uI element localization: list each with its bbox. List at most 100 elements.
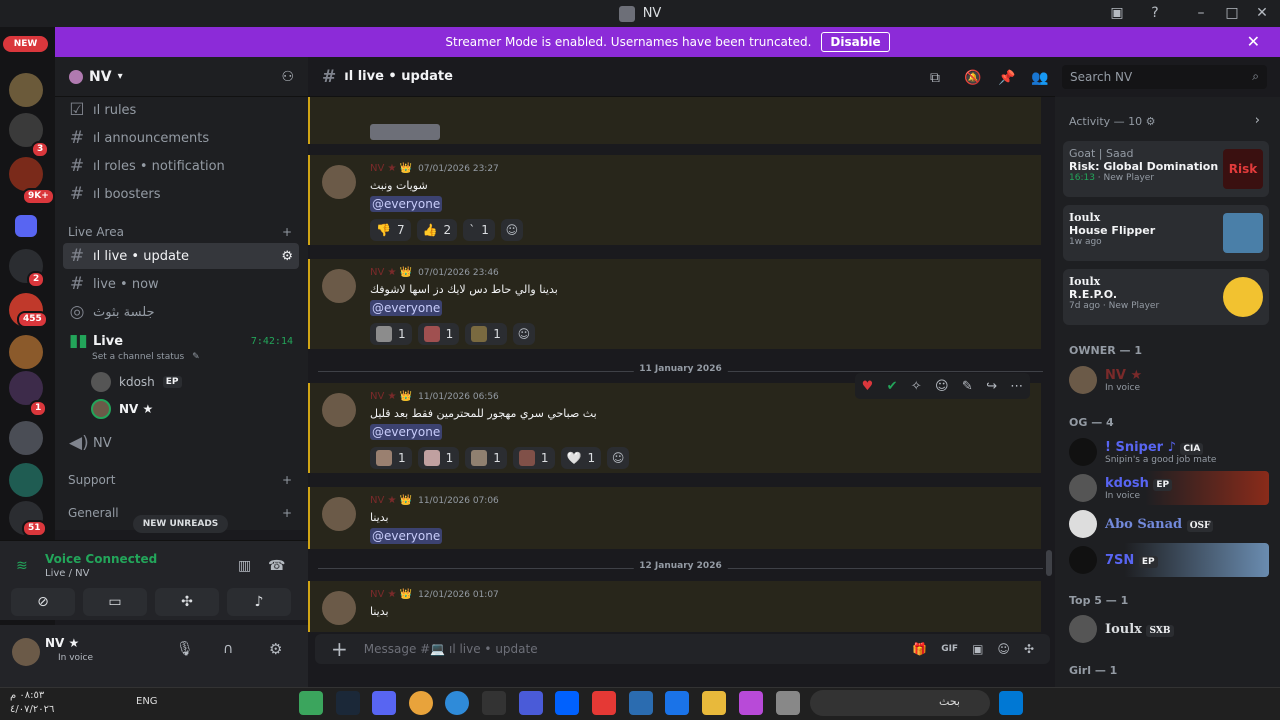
microphone-icon[interactable]: 🎙 bbox=[176, 641, 194, 657]
emoji-icon[interactable]: ☺ bbox=[997, 642, 1010, 656]
channel-rules[interactable]: ☑ ıl rules bbox=[63, 97, 299, 123]
chevron-right-icon[interactable]: › bbox=[1255, 113, 1260, 128]
member-top5[interactable]: Ioulx SXB bbox=[1063, 612, 1269, 646]
message-author[interactable]: NV ★ 👑 07/01/2026 23:27 bbox=[370, 163, 499, 174]
activity-card[interactable]: Ioulx House Flipper 1w ago bbox=[1063, 205, 1269, 261]
add-reaction-icon[interactable]: ☺ bbox=[512, 323, 535, 345]
plus-icon[interactable]: + bbox=[282, 506, 292, 520]
epic-games-icon[interactable] bbox=[482, 691, 506, 715]
reaction[interactable]: 1 bbox=[417, 323, 460, 345]
reaction[interactable]: 👍 2 bbox=[416, 219, 458, 241]
settings-icon[interactable]: ⚙ bbox=[281, 249, 293, 264]
message-author[interactable]: NV ★ 👑 07/01/2026 23:46 bbox=[370, 267, 499, 278]
clock-date[interactable]: ٤/٠٧/٢٠٢٦ bbox=[10, 704, 54, 715]
gif-icon[interactable]: GIF bbox=[941, 644, 958, 654]
folder-icon[interactable] bbox=[15, 215, 37, 237]
clock-time[interactable]: ٠٨:٥٣ م bbox=[10, 690, 44, 701]
member-og[interactable]: kdosh EP In voice bbox=[1063, 471, 1269, 505]
channel-announcements[interactable]: # ıl announcements bbox=[63, 125, 299, 151]
spoiler-block[interactable] bbox=[370, 124, 440, 140]
server-icon[interactable] bbox=[9, 421, 43, 455]
message[interactable] bbox=[308, 97, 1041, 144]
voice-user[interactable]: NV ★ bbox=[91, 399, 153, 419]
mail-icon[interactable] bbox=[629, 691, 653, 715]
apps-icon[interactable]: ✣ bbox=[1024, 642, 1034, 656]
message[interactable]: NV ★ 👑 11/01/2026 07:06 بدينا @everyone bbox=[308, 487, 1041, 549]
channel-roles[interactable]: # ıl roles • notification bbox=[63, 153, 299, 179]
set-channel-status[interactable]: Set a channel status ✎ bbox=[92, 352, 200, 362]
server-header[interactable]: NV ▾ ⚇ bbox=[55, 57, 308, 97]
message-author[interactable]: NV ★ 👑 12/01/2026 01:07 bbox=[370, 589, 499, 600]
forward-icon[interactable]: ↪ bbox=[986, 379, 997, 394]
message[interactable]: NV ★ 👑 07/01/2026 23:46 بدينا والي حاط دس… bbox=[308, 259, 1041, 349]
close-window-button[interactable]: ✕ bbox=[1251, 3, 1273, 23]
search-box[interactable]: بحث bbox=[810, 690, 990, 716]
app-icon[interactable] bbox=[519, 691, 543, 715]
reaction[interactable]: 1 bbox=[417, 447, 460, 469]
message-composer[interactable]: + Message #💻 ıl live • update 🎁 GIF ▣ ☺ … bbox=[315, 634, 1050, 664]
avatar[interactable] bbox=[12, 638, 40, 666]
super-reaction-icon[interactable]: ✧ bbox=[911, 379, 922, 394]
edit-icon[interactable]: ✎ bbox=[962, 379, 973, 394]
app-icon[interactable] bbox=[299, 691, 323, 715]
heart-icon[interactable]: ♥ bbox=[862, 379, 874, 394]
avatar[interactable] bbox=[322, 591, 356, 625]
avatar[interactable] bbox=[322, 393, 356, 427]
reaction[interactable]: 🤍 1 bbox=[560, 447, 602, 469]
language-indicator[interactable]: ENG bbox=[136, 696, 158, 707]
disable-button[interactable]: Disable bbox=[821, 32, 890, 52]
help-icon[interactable]: ? bbox=[1144, 3, 1166, 23]
windows-start-icon[interactable] bbox=[999, 691, 1023, 715]
mention[interactable]: @everyone bbox=[370, 196, 443, 212]
new-unreads-pill[interactable]: NEW UNREADS bbox=[133, 515, 228, 533]
plus-icon[interactable]: + bbox=[282, 473, 292, 487]
voice-channel-live[interactable]: ▮▮ Live 7:42:14 bbox=[63, 328, 299, 354]
sticker-icon[interactable]: ▣ bbox=[972, 642, 983, 656]
channel-boosters[interactable]: # ıl boosters bbox=[63, 181, 299, 207]
close-icon[interactable]: ✕ bbox=[1247, 32, 1260, 51]
reaction[interactable]: 👎 7 bbox=[370, 219, 411, 241]
steam-icon[interactable] bbox=[336, 691, 360, 715]
voice-channel-label[interactable]: Live / NV bbox=[45, 568, 89, 579]
reaction[interactable]: 1 bbox=[370, 323, 412, 345]
scrollbar-thumb[interactable] bbox=[1046, 550, 1052, 576]
mention[interactable]: @everyone bbox=[370, 300, 443, 316]
noise-icon[interactable]: ▥ bbox=[238, 558, 251, 574]
minimize-button[interactable]: – bbox=[1190, 3, 1212, 23]
avatar[interactable] bbox=[322, 269, 356, 303]
channel-live-update[interactable]: # ıl live • update ⚙ bbox=[63, 243, 299, 269]
member-owner[interactable]: NV ★ In voice bbox=[1063, 363, 1269, 397]
activity-header[interactable]: Activity — 10 ⚙ bbox=[1069, 115, 1156, 128]
notification-mute-icon[interactable]: 🔕 bbox=[964, 70, 981, 86]
server-icon[interactable] bbox=[9, 157, 43, 191]
message[interactable]: NV ★ 👑 12/01/2026 01:07 بدينا bbox=[308, 581, 1041, 632]
store-icon[interactable] bbox=[665, 691, 689, 715]
pin-icon[interactable]: 📌 bbox=[998, 70, 1015, 86]
category-support[interactable]: Support + bbox=[68, 473, 292, 487]
avatar[interactable] bbox=[322, 165, 356, 199]
app-icon[interactable] bbox=[592, 691, 616, 715]
voice-user[interactable]: kdosh EP bbox=[91, 372, 182, 392]
headphones-icon[interactable]: ∩ bbox=[223, 641, 233, 657]
member-og[interactable]: ! Sniper ♪ CIA Snipin's a good job mate bbox=[1063, 435, 1269, 469]
edge-icon[interactable] bbox=[445, 691, 469, 715]
voice-status[interactable]: Voice Connected bbox=[45, 552, 157, 566]
add-reaction-icon[interactable]: ☺ bbox=[607, 447, 630, 469]
invite-icon[interactable]: ⚇ bbox=[281, 69, 294, 85]
reaction[interactable]: 1 bbox=[370, 447, 412, 469]
check-icon[interactable]: ✔ bbox=[887, 379, 898, 394]
channel-session[interactable]: ◎ جلسة بثوث bbox=[63, 299, 299, 325]
inbox-icon[interactable]: ▣ bbox=[1106, 3, 1128, 23]
gift-icon[interactable]: 🎁 bbox=[912, 642, 927, 656]
soundboard-button[interactable]: ♪ bbox=[227, 588, 291, 616]
copilot-icon[interactable] bbox=[739, 691, 763, 715]
folder-icon[interactable] bbox=[702, 691, 726, 715]
maximize-button[interactable]: □ bbox=[1221, 3, 1243, 23]
voice-channel-nv[interactable]: ◀) NV bbox=[63, 430, 299, 456]
more-icon[interactable]: ⋯ bbox=[1010, 379, 1023, 394]
activities-button[interactable]: ✣ bbox=[155, 588, 219, 616]
discord-icon[interactable] bbox=[372, 691, 396, 715]
category-live-area[interactable]: Live Area + bbox=[68, 225, 292, 239]
plus-icon[interactable]: + bbox=[331, 637, 348, 661]
message-author[interactable]: NV ★ 👑 11/01/2026 06:56 bbox=[370, 391, 499, 402]
